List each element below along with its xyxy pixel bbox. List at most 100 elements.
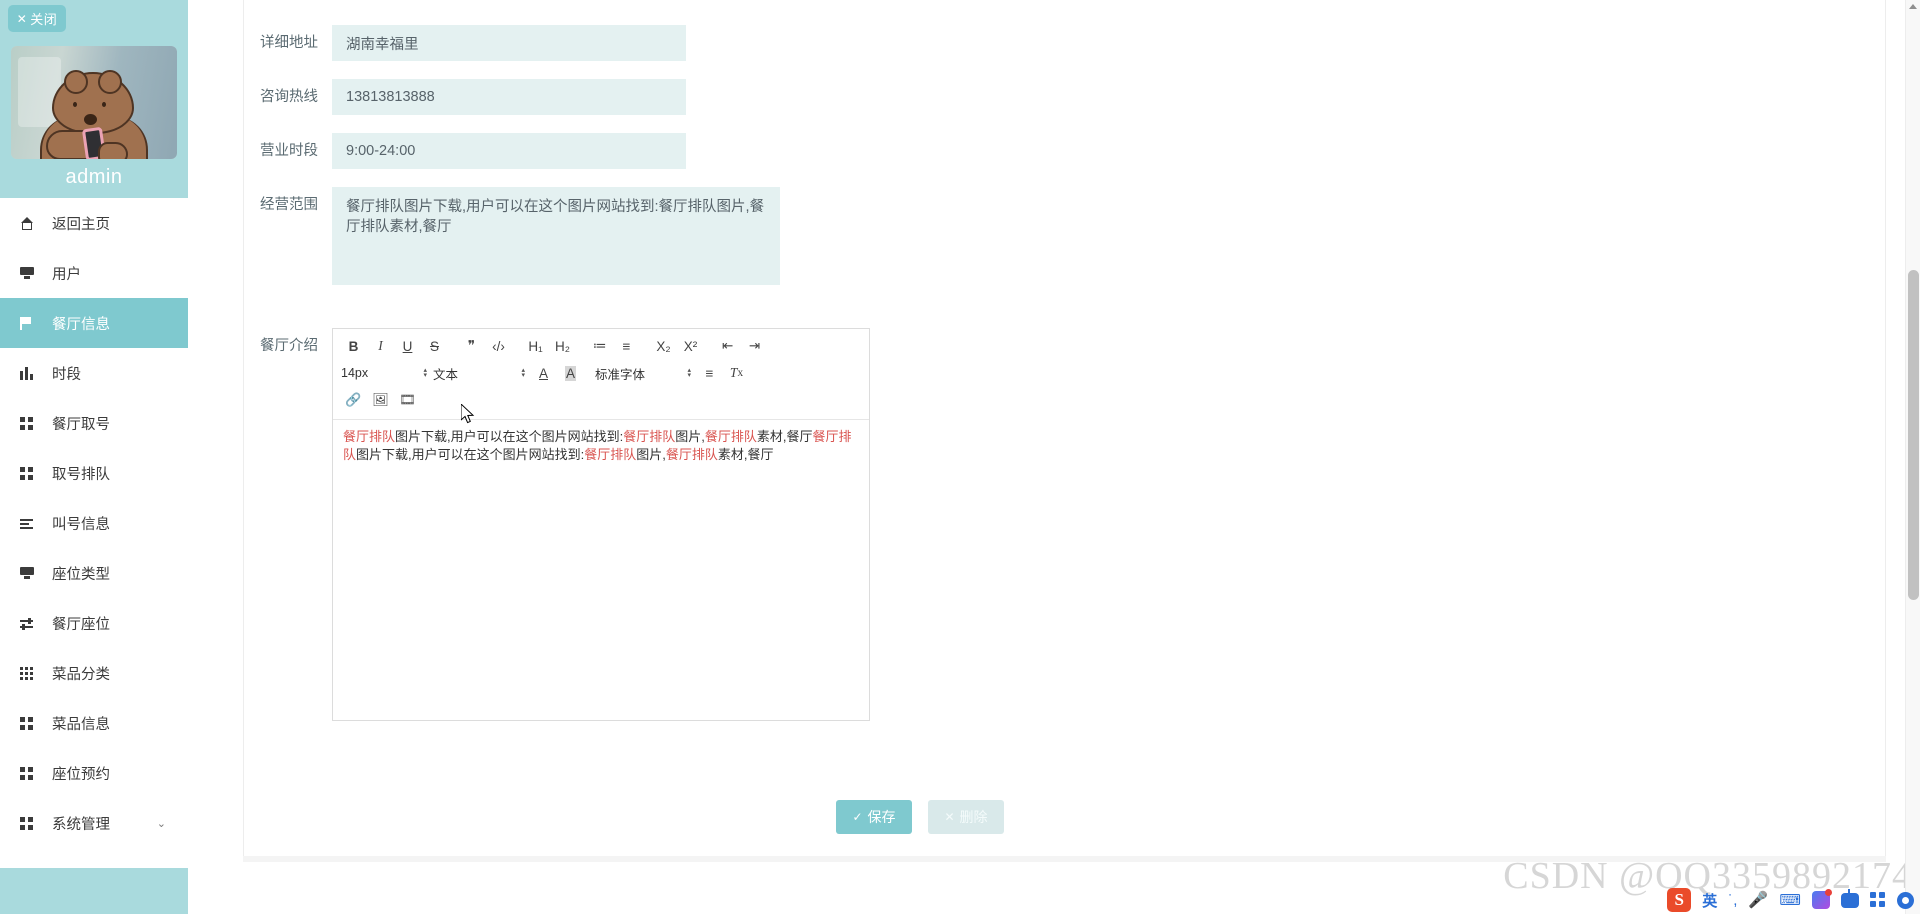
ime-settings-icon[interactable]: [1897, 888, 1914, 912]
textarea-business-scope[interactable]: 餐厅排队图片下载,用户可以在这个图片网站找到:餐厅排队图片,餐厅排队素材,餐厅: [332, 187, 780, 285]
sidebar-item-8[interactable]: 餐厅座位: [0, 598, 188, 648]
code-block-icon[interactable]: ‹/›: [486, 336, 511, 356]
editor-text: 素材,餐厅: [756, 429, 813, 444]
ime-app-grid-icon[interactable]: [1870, 888, 1886, 912]
sidebar-item-label: 时段: [52, 366, 81, 383]
font-size-select[interactable]: 14px ▴ ▾: [341, 363, 427, 383]
label-introduction: 餐厅介绍: [260, 338, 318, 354]
underline-icon[interactable]: U: [395, 336, 420, 356]
sidebar-item-label: 座位预约: [52, 766, 110, 783]
editor-text: 图片下载,用户可以在这个图片网站找到:: [395, 429, 624, 444]
username-label: admin: [65, 166, 123, 188]
scroll-up-arrow-icon[interactable]: [1909, 4, 1917, 9]
editor-text: 素材,餐厅: [717, 447, 774, 462]
background-color-icon[interactable]: A: [558, 363, 583, 383]
font-family-value: 标准字体: [595, 367, 646, 382]
editor-paragraph: 餐厅排队图片下载,用户可以在这个图片网站找到:餐厅排队图片,餐厅排队素材,餐厅餐…: [343, 428, 859, 464]
ime-mode-chinese-icon[interactable]: 英: [1702, 888, 1717, 912]
input-hotline[interactable]: [332, 79, 686, 115]
link-icon[interactable]: 🔗: [341, 390, 366, 410]
ime-robot-icon[interactable]: [1841, 888, 1859, 912]
heading1-icon[interactable]: H₁: [523, 336, 548, 356]
sidebar-item-label: 取号排队: [52, 466, 110, 483]
editor-toolbar-row-2: 14px ▴ ▾ 文本 ▴ ▾ A A 标准字体 ▴ ▾ ≡ T x: [341, 362, 861, 384]
close-button[interactable]: ✕ 关闭: [8, 5, 66, 32]
sidebar-item-10[interactable]: 菜品信息: [0, 698, 188, 748]
sidebar-item-7[interactable]: 座位类型: [0, 548, 188, 598]
text-style-value: 文本: [433, 367, 459, 382]
italic-icon[interactable]: I: [368, 336, 393, 356]
bold-icon[interactable]: B: [341, 336, 366, 356]
ime-punctuation-icon[interactable]: ˙,: [1728, 888, 1737, 912]
close-button-label: 关闭: [30, 12, 58, 27]
font-family-select[interactable]: 标准字体 ▴ ▾: [595, 363, 691, 383]
editor-keyword: 餐厅排队: [584, 447, 637, 462]
sidebar-item-9[interactable]: 菜品分类: [0, 648, 188, 698]
sidebar-item-label: 叫号信息: [52, 516, 110, 533]
input-business-hours[interactable]: [332, 133, 686, 169]
save-button[interactable]: ✓ 保存: [836, 800, 920, 834]
sidebar-item-0[interactable]: 返回主页: [0, 198, 188, 248]
subscript-icon[interactable]: X₂: [651, 336, 676, 356]
sidebar-item-label: 菜品分类: [52, 666, 110, 683]
indent-icon[interactable]: ⇥: [742, 336, 767, 356]
sidebar-item-label: 餐厅取号: [52, 416, 110, 433]
sidebar-item-label: 餐厅座位: [52, 616, 110, 633]
superscript-icon[interactable]: X²: [678, 336, 703, 356]
close-x-icon: ✕: [16, 11, 28, 26]
align-icon[interactable]: ≡: [697, 363, 722, 383]
vertical-scrollbar[interactable]: [1905, 0, 1920, 914]
sidebar-item-6[interactable]: 叫号信息: [0, 498, 188, 548]
grid4-icon: [20, 716, 42, 730]
sogou-logo-icon[interactable]: S: [1667, 888, 1692, 912]
sidebar-item-2[interactable]: 餐厅信息: [0, 298, 188, 348]
avatar[interactable]: [11, 46, 177, 159]
sidebar-item-label: 餐厅信息: [52, 316, 110, 333]
slider-icon: [20, 617, 42, 630]
ime-toolbar: S 英 ˙, 🎤 ⌨: [1667, 888, 1914, 912]
sidebar-item-12[interactable]: 系统管理 ⌄: [0, 798, 188, 848]
stepper-arrows-icon: ▴ ▾: [687, 367, 691, 379]
sidebar-item-label: 返回主页: [52, 216, 110, 233]
delete-button[interactable]: ✕ 删除: [928, 800, 1012, 834]
editor-toolbar-row-1: B I U S ❞ ‹/› H₁ H₂ ≔ ≡ X₂ X² ⇤ ⇥: [341, 335, 861, 357]
strikethrough-icon[interactable]: S: [422, 336, 447, 356]
ime-keyboard-icon[interactable]: ⌨: [1779, 888, 1801, 912]
blockquote-icon[interactable]: ❞: [459, 336, 484, 356]
bullet-list-icon[interactable]: ≡: [614, 336, 639, 356]
sidebar-item-label: 用户: [52, 266, 81, 283]
bear-avatar-illustration: [40, 70, 148, 159]
close-x-icon: ✕: [944, 810, 955, 824]
grid4-icon: [20, 416, 42, 430]
sidebar-item-3[interactable]: 时段: [0, 348, 188, 398]
grid4-icon: [20, 466, 42, 480]
font-color-icon[interactable]: A: [531, 363, 556, 383]
grid9-icon: [20, 666, 42, 680]
sidebar-item-4[interactable]: 餐厅取号: [0, 398, 188, 448]
font-size-value: 14px: [341, 366, 369, 380]
input-address[interactable]: [332, 25, 686, 61]
video-icon[interactable]: 🎞: [395, 390, 420, 410]
editor-toolbar-row-3: 🔗 🖼 🎞: [341, 389, 861, 411]
heading2-icon[interactable]: H₂: [550, 336, 575, 356]
scrollbar-thumb[interactable]: [1908, 270, 1919, 600]
sidebar-item-1[interactable]: 用户: [0, 248, 188, 298]
ime-voice-input-icon[interactable]: 🎤: [1748, 888, 1768, 912]
chevron-down-icon[interactable]: ⌄: [157, 817, 166, 830]
text-style-select[interactable]: 文本 ▴ ▾: [433, 363, 525, 383]
ordered-list-icon[interactable]: ≔: [587, 336, 612, 356]
editor-text: 图片,: [636, 447, 666, 462]
sidebar-item-5[interactable]: 取号排队: [0, 448, 188, 498]
outdent-icon[interactable]: ⇤: [715, 336, 740, 356]
form-row-introduction: 餐厅介绍 B I U S ❞ ‹/› H₁ H₂ ≔ ≡ X₂ X² ⇤ ⇥ 14px ▴ ▾ 文本 ▴ ▾: [244, 328, 870, 721]
sidebar-item-label: 座位类型: [52, 566, 110, 583]
form-row-address: 详细地址: [244, 25, 686, 61]
app-root: ✕ 关闭 admin 返回主页 用户 餐厅信息 时段 餐厅取号 取号排队 叫号信息 座位类型餐…: [0, 0, 1920, 914]
sidebar-item-11[interactable]: 座位预约: [0, 748, 188, 798]
clear-format-icon[interactable]: Tx: [724, 363, 749, 383]
image-icon[interactable]: 🖼: [368, 390, 393, 410]
ime-flow-icon[interactable]: [1812, 888, 1832, 912]
editor-content-area[interactable]: 餐厅排队图片下载,用户可以在这个图片网站找到:餐厅排队图片,餐厅排队素材,餐厅餐…: [333, 420, 869, 720]
editor-keyword: 餐厅排队: [343, 429, 396, 444]
rich-text-editor: B I U S ❞ ‹/› H₁ H₂ ≔ ≡ X₂ X² ⇤ ⇥ 14px ▴ ▾ 文本 ▴ ▾ A: [332, 328, 870, 721]
